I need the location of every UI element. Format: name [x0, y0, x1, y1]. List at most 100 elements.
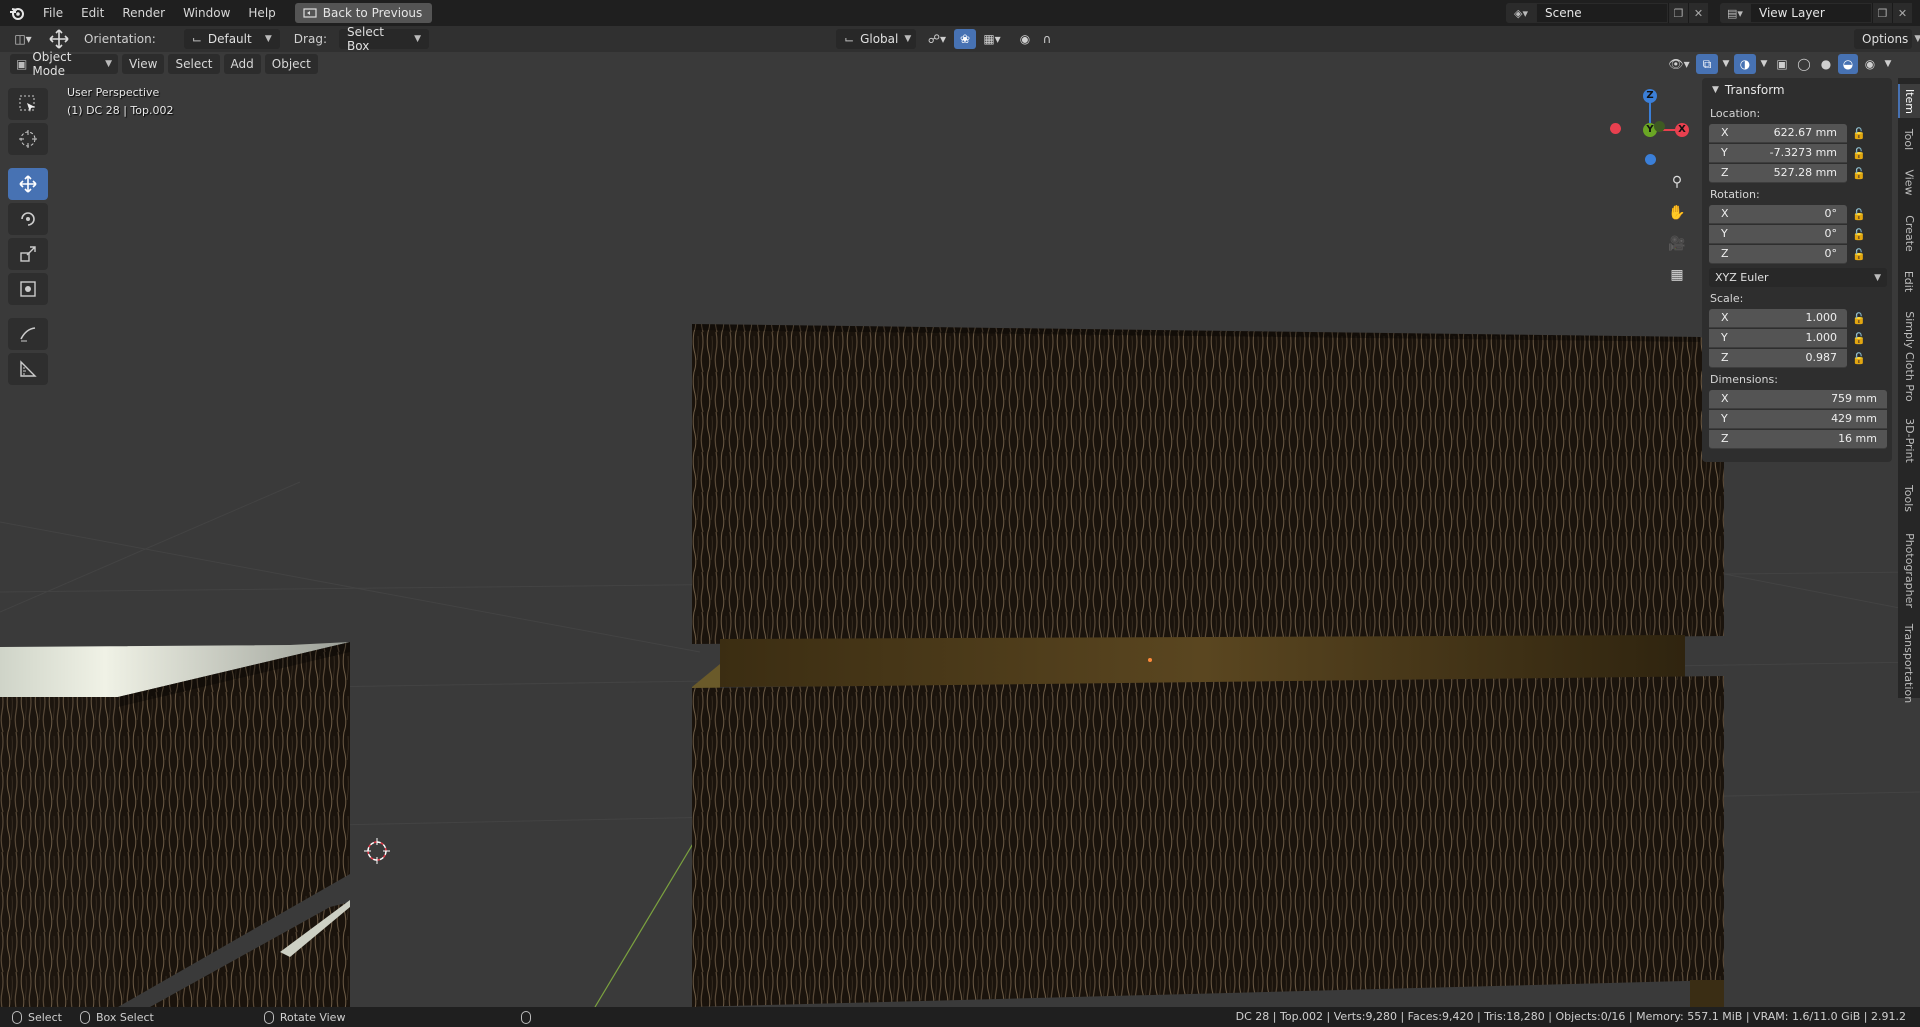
object-mode-dropdown[interactable]: ▣ Object Mode ▼ [10, 50, 118, 78]
rendered-shading-icon[interactable]: ◉ [1860, 54, 1880, 74]
tab-view-label: View [1902, 168, 1916, 196]
falloff-curve-icon[interactable]: ∩ [1036, 29, 1058, 49]
transform-orientation-dropdown[interactable]: ⌙ Global ▼ [836, 29, 916, 49]
gizmo-x-axis[interactable]: X [1675, 123, 1689, 137]
scale-z-field[interactable]: Z 0.987 [1709, 348, 1847, 368]
lock-icon[interactable]: 🔓 [1847, 248, 1871, 261]
tab-3d-print[interactable]: 3D-Print [1898, 412, 1920, 468]
scale-y-field[interactable]: Y 1.000 [1709, 328, 1847, 348]
snap-toggle-icon[interactable]: ❀ [954, 29, 976, 49]
lock-icon[interactable]: 🔓 [1847, 332, 1871, 345]
gizmo-toggle-icon[interactable]: ⧉ [1696, 54, 1718, 74]
menu-file[interactable]: File [34, 0, 72, 26]
material-preview-shading-icon[interactable]: ◒ [1838, 54, 1858, 74]
left-cabinet-object[interactable] [0, 642, 350, 1007]
viewport-menu-select[interactable]: Select [168, 54, 220, 74]
rotation-label: Rotation: [1710, 188, 1760, 201]
gizmo-neg-x-axis[interactable] [1610, 123, 1621, 134]
pan-hand-icon[interactable]: ✋ [1664, 200, 1690, 226]
rotation-mode-dropdown[interactable]: XYZ Euler ▼ [1709, 268, 1887, 287]
overlays-toggle-icon[interactable]: ◑ [1734, 54, 1756, 74]
lock-icon[interactable]: 🔓 [1847, 167, 1871, 180]
new-view-layer-icon[interactable]: ❐ [1872, 3, 1892, 23]
dimensions-z-field[interactable]: Z 16 mm [1709, 429, 1887, 449]
menu-window[interactable]: Window [174, 0, 239, 26]
scene-selector[interactable]: ◈▾ Scene ❐ ✕ [1506, 3, 1708, 23]
location-x-field[interactable]: X 622.67 mm [1709, 123, 1847, 143]
back-to-previous-button[interactable]: Back to Previous [294, 3, 433, 23]
editor-type-icon[interactable]: ◫▾ [8, 29, 38, 49]
drag-dropdown[interactable]: Select Box ▼ [338, 25, 429, 53]
viewport-menu-view[interactable]: View [122, 54, 165, 74]
options-dropdown[interactable]: Options ▼ [1854, 29, 1920, 49]
view-layer-selector[interactable]: ▤▾ View Layer ❐ ✕ [1720, 3, 1912, 23]
lock-icon[interactable]: 🔓 [1847, 127, 1871, 140]
rotation-y-field[interactable]: Y 0° [1709, 224, 1847, 244]
viewport-menu-object[interactable]: Object [264, 54, 318, 74]
tab-item[interactable]: Item [1898, 84, 1920, 118]
tab-photographer[interactable]: Photographer [1898, 528, 1920, 612]
move-tool-icon[interactable] [8, 168, 48, 200]
visibility-eye-icon[interactable]: 👁▾ [1664, 54, 1694, 74]
camera-view-icon[interactable]: 🎥 [1664, 231, 1690, 257]
new-scene-icon[interactable]: ❐ [1668, 3, 1688, 23]
lock-icon[interactable]: 🔓 [1847, 312, 1871, 325]
chevron-down-icon[interactable]: ▼ [1758, 54, 1770, 74]
location-y-field[interactable]: Y -7.3273 mm [1709, 143, 1847, 163]
cursor-tool-icon[interactable] [8, 123, 48, 155]
lock-icon[interactable]: 🔓 [1847, 228, 1871, 241]
location-z-field[interactable]: Z 527.28 mm [1709, 163, 1847, 183]
rotation-y-value: 0° [1824, 227, 1838, 240]
tab-view[interactable]: View [1898, 164, 1920, 200]
tab-tools[interactable]: Tools [1898, 476, 1920, 520]
tab-tool[interactable]: Tool [1898, 122, 1920, 156]
right-cabinet-object[interactable] [692, 324, 1724, 1007]
viewport-menu-add[interactable]: Add [223, 54, 261, 74]
tab-create[interactable]: Create [1898, 208, 1920, 258]
dimensions-x-field[interactable]: X 759 mm [1709, 389, 1887, 409]
menu-edit[interactable]: Edit [72, 0, 113, 26]
tab-simply-cloth-pro[interactable]: Simply Cloth Pro [1898, 306, 1920, 406]
snap-target-icon[interactable]: ▦▾ [978, 29, 1006, 49]
view-layer-icon[interactable]: ▤▾ [1720, 3, 1750, 23]
chevron-down-icon[interactable]: ▼ [1882, 54, 1894, 74]
lock-icon[interactable]: 🔓 [1847, 352, 1871, 365]
gizmo-neg-z-axis[interactable] [1645, 154, 1656, 165]
transform-tool-icon[interactable] [8, 273, 48, 305]
scene-icon[interactable]: ◈▾ [1506, 3, 1536, 23]
blender-logo-icon[interactable] [0, 0, 34, 26]
3d-cursor[interactable] [364, 838, 390, 864]
annotate-tool-icon[interactable] [8, 318, 48, 350]
3d-viewport[interactable]: User Perspective (1) DC 28 | Top.002 Z Y… [0, 52, 1920, 1007]
scale-x-field[interactable]: X 1.000 [1709, 308, 1847, 328]
view-layer-name-field[interactable]: View Layer [1750, 3, 1872, 23]
tab-edit[interactable]: Edit [1898, 264, 1920, 298]
menu-help[interactable]: Help [239, 0, 284, 26]
delete-view-layer-icon[interactable]: ✕ [1892, 3, 1912, 23]
xray-toggle-icon[interactable]: ▣ [1772, 54, 1792, 74]
pivot-point-icon[interactable]: ☍▾ [922, 29, 952, 49]
chevron-down-icon[interactable]: ▼ [1720, 54, 1732, 74]
rotate-tool-icon[interactable] [8, 203, 48, 235]
scene-name-field[interactable]: Scene [1536, 3, 1668, 23]
dimensions-y-field[interactable]: Y 429 mm [1709, 409, 1887, 429]
scale-tool-icon[interactable] [8, 238, 48, 270]
wireframe-shading-icon[interactable]: ◯ [1794, 54, 1814, 74]
measure-tool-icon[interactable] [8, 353, 48, 385]
tab-transportation[interactable]: Transportation [1898, 618, 1920, 708]
proportional-editing-icon[interactable]: ◉ [1014, 29, 1036, 49]
solid-shading-icon[interactable]: ● [1816, 54, 1836, 74]
select-box-tool-icon[interactable] [8, 88, 48, 120]
rotation-z-field[interactable]: Z 0° [1709, 244, 1847, 264]
rotation-x-field[interactable]: X 0° [1709, 204, 1847, 224]
lock-icon[interactable]: 🔓 [1847, 147, 1871, 160]
lock-icon[interactable]: 🔓 [1847, 208, 1871, 221]
transform-panel-header[interactable]: ▼ Transform [1702, 78, 1892, 102]
ortho-grid-icon[interactable]: ▦ [1664, 262, 1690, 288]
gizmo-z-axis[interactable]: Z [1643, 89, 1657, 103]
menu-render[interactable]: Render [113, 0, 174, 26]
zoom-icon[interactable]: ⚲ [1664, 169, 1690, 195]
orientation-dropdown[interactable]: ⌙ Default ▼ [183, 29, 280, 49]
delete-scene-icon[interactable]: ✕ [1688, 3, 1708, 23]
gizmo-neg-y-axis[interactable] [1654, 121, 1665, 132]
